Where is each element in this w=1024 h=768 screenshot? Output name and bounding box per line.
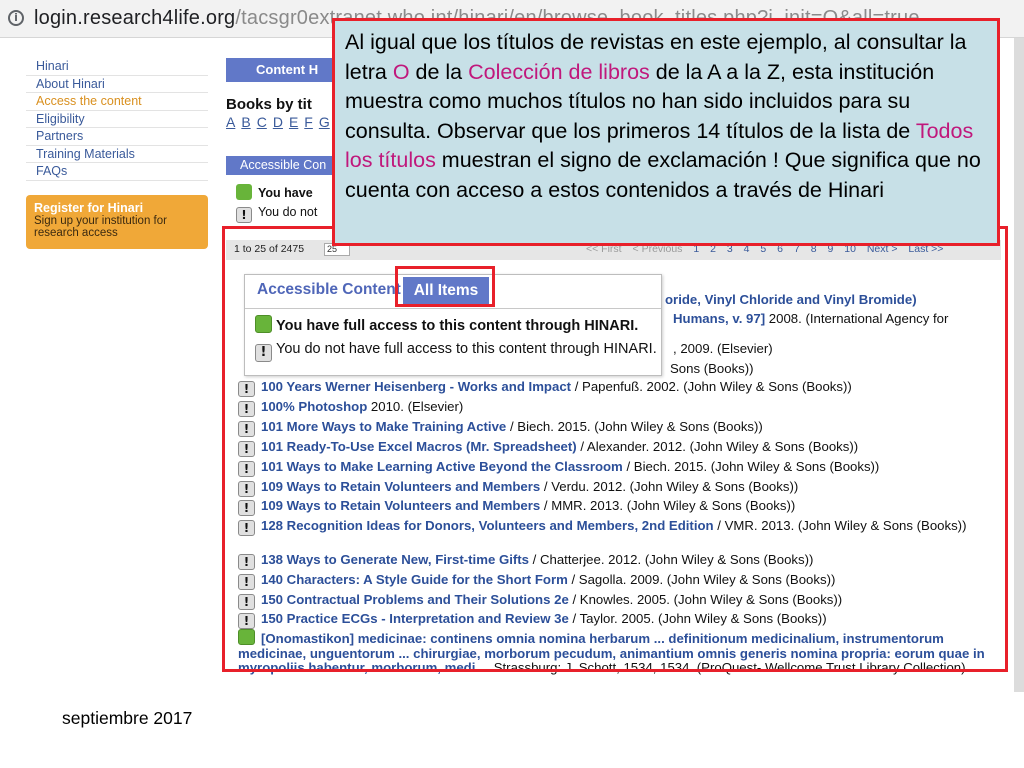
alpha-link-c[interactable]: C xyxy=(257,114,267,130)
alpha-link-b[interactable]: B xyxy=(241,114,250,130)
all-items-highlight-box xyxy=(395,266,495,307)
alpha-link-d[interactable]: D xyxy=(273,114,283,130)
sidebar-item-hinari[interactable]: Hinari xyxy=(26,58,208,76)
callout-highlight: O xyxy=(392,59,410,84)
register-title: Register for Hinari xyxy=(34,200,144,215)
sidebar-item-eligibility[interactable]: Eligibility xyxy=(26,111,208,128)
info-icon[interactable]: i xyxy=(8,10,24,26)
legend-full-access: You have xyxy=(236,184,313,200)
alpha-link-e[interactable]: E xyxy=(289,114,298,130)
sidebar-item-about[interactable]: About Hinari xyxy=(26,76,208,93)
legend-no-access: ! You do not xyxy=(236,205,317,223)
register-description: Sign up your institution for research ac… xyxy=(34,214,167,240)
slide: i login.research4life.org/tacsgr0extrane… xyxy=(0,0,1024,768)
green-square-icon xyxy=(236,184,252,200)
legend-none-text: You do not xyxy=(258,205,318,219)
sidebar-item-faqs[interactable]: FAQs xyxy=(26,163,208,181)
alphabet-nav: ABCDEFG xyxy=(226,114,336,130)
legend-full-text: You have xyxy=(258,186,313,200)
content-header: Content H xyxy=(226,58,341,82)
callout-note: Al igual que los títulos de revistas en … xyxy=(332,18,1000,246)
books-title: Books by tit xyxy=(226,96,312,113)
callout-text: de la xyxy=(409,59,469,84)
register-button[interactable]: Register for Hinari Sign up your institu… xyxy=(26,194,208,249)
alpha-link-f[interactable]: F xyxy=(304,114,313,130)
browser-side-strip xyxy=(1014,38,1024,692)
footer-date: septiembre 2017 xyxy=(62,708,193,728)
alpha-link-g[interactable]: G xyxy=(319,114,330,130)
alpha-link-a[interactable]: A xyxy=(226,114,235,130)
results-highlight-box xyxy=(222,226,1008,672)
sidebar: Hinari About Hinari Access the content E… xyxy=(26,58,208,249)
tab-accessible-content[interactable]: Accessible Con xyxy=(226,156,341,175)
sidebar-item-access-content[interactable]: Access the content xyxy=(26,93,208,111)
sidebar-item-training[interactable]: Training Materials xyxy=(26,146,208,163)
callout-text: muestran el signo de exclamación ! Que s… xyxy=(345,148,981,202)
sidebar-item-partners[interactable]: Partners xyxy=(26,128,208,146)
url-host: login.research4life.org xyxy=(34,7,236,29)
callout-highlight: Colección de libros xyxy=(468,59,650,84)
exclamation-icon: ! xyxy=(236,207,252,223)
